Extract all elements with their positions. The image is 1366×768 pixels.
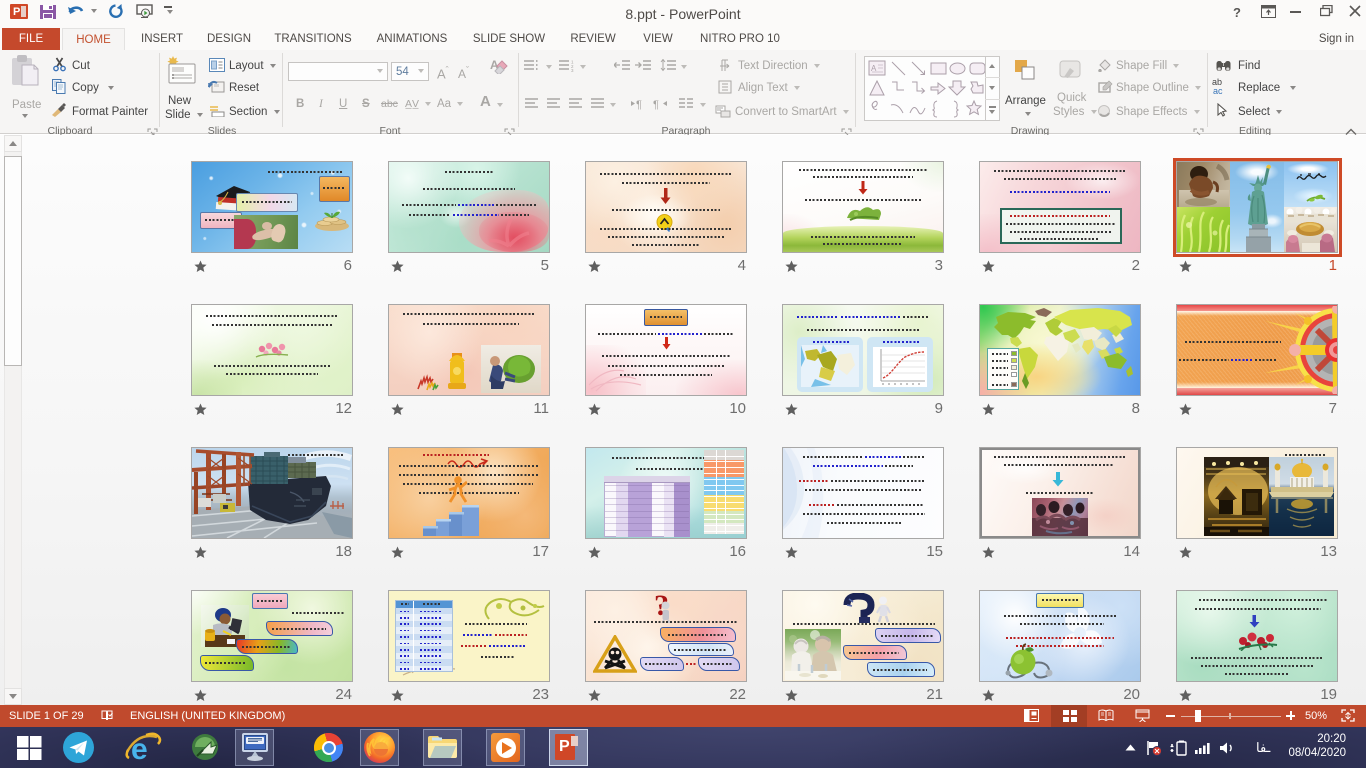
svg-text:¶: ¶ — [636, 99, 642, 110]
svg-text:¶: ¶ — [653, 99, 659, 110]
svg-text:3: 3 — [571, 68, 574, 72]
